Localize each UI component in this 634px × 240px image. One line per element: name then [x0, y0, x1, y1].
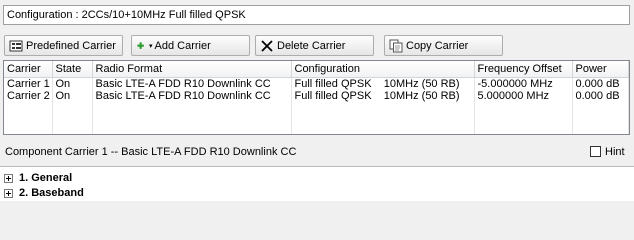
- cell-carrier[interactable]: Carrier 1: [4, 77, 53, 90]
- column-header-carrier[interactable]: Carrier: [4, 61, 53, 78]
- cell-carrier[interactable]: Carrier 2: [4, 90, 53, 102]
- plus-expander-icon[interactable]: [4, 173, 13, 183]
- tree-item-label: 2. Baseband: [19, 187, 84, 199]
- cell-radio-format[interactable]: Basic LTE-A FDD R10 Downlink CC: [92, 90, 292, 102]
- configuration-title: Configuration : 2CCs/10+10MHz Full fille…: [3, 5, 630, 25]
- copy-carrier-label: Copy Carrier: [406, 39, 469, 52]
- predefined-carrier-icon: [9, 40, 23, 51]
- delete-carrier-button[interactable]: Delete Carrier: [255, 35, 374, 56]
- copy-icon: [389, 39, 403, 52]
- cell-radio-format[interactable]: Basic LTE-A FDD R10 Downlink CC: [92, 77, 292, 90]
- property-tree: 1. General 2. Baseband: [0, 166, 634, 201]
- cell-frequency-offset[interactable]: -5.000000 MHz: [474, 77, 573, 90]
- column-header-radio-format[interactable]: Radio Format: [92, 61, 292, 78]
- predefined-carrier-button[interactable]: Predefined Carrier: [4, 35, 123, 56]
- cell-frequency-offset[interactable]: 5.000000 MHz: [474, 90, 573, 102]
- cell-power[interactable]: 0.000 dB: [572, 90, 629, 102]
- table-header-row: Carrier State Radio Format Configuration…: [4, 61, 629, 78]
- tree-item-label: 1. General: [19, 172, 73, 184]
- tree-item-baseband[interactable]: 2. Baseband: [4, 186, 84, 200]
- component-carrier-title: Component Carrier 1 -- Basic LTE-A FDD R…: [5, 146, 297, 158]
- cell-power[interactable]: 0.000 dB: [572, 77, 629, 90]
- cell-state[interactable]: On: [52, 77, 93, 90]
- column-header-state[interactable]: State: [52, 61, 93, 78]
- tree-item-general[interactable]: 1. General: [4, 171, 72, 185]
- hint-label: Hint: [605, 146, 625, 158]
- add-carrier-button[interactable]: ▾ Add Carrier: [131, 35, 250, 56]
- cell-configuration[interactable]: Full filled QPSK 10MHz (50 RB): [291, 77, 475, 90]
- cell-state[interactable]: On: [52, 90, 93, 102]
- add-icon: [137, 41, 144, 49]
- delete-x-icon: [261, 39, 273, 52]
- chevron-down-icon: ▾: [149, 42, 153, 50]
- cell-configuration[interactable]: Full filled QPSK 10MHz (50 RB): [291, 90, 475, 102]
- copy-carrier-button[interactable]: Copy Carrier: [384, 35, 503, 56]
- column-header-configuration[interactable]: Configuration: [291, 61, 475, 78]
- table-row[interactable]: Carrier 2 On Basic LTE-A FDD R10 Downlin…: [4, 90, 629, 102]
- hint-checkbox[interactable]: [590, 146, 601, 157]
- predefined-carrier-label: Predefined Carrier: [26, 39, 116, 52]
- carrier-table: Carrier State Radio Format Configuration…: [3, 60, 630, 135]
- table-empty-row: [4, 102, 629, 134]
- plus-expander-icon[interactable]: [4, 188, 13, 198]
- delete-carrier-label: Delete Carrier: [277, 39, 346, 52]
- table-row[interactable]: Carrier 1 On Basic LTE-A FDD R10 Downlin…: [4, 77, 629, 90]
- column-header-frequency-offset[interactable]: Frequency Offset: [474, 61, 573, 78]
- column-header-power[interactable]: Power: [572, 61, 629, 78]
- add-carrier-label: Add Carrier: [154, 39, 211, 52]
